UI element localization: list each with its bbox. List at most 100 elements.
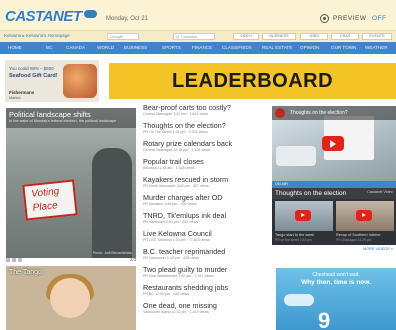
ad-big-text: 9 [318, 308, 331, 330]
pager-count: 2/3 [130, 257, 137, 262]
headline-meta: PR New Westminster 1:00 pm · 2,151 views [143, 274, 214, 278]
ad-line: Cheshead won't wait. [312, 272, 360, 278]
thumbnail-meta: PR Okanagan 12:29 pm [336, 238, 372, 242]
headline-title[interactable]: B.C. teacher reprimanded [143, 248, 271, 256]
nav-our-town[interactable]: OUR TOWN [331, 45, 356, 50]
headline-title[interactable]: Two plead guilty to murder [143, 266, 271, 274]
play-icon[interactable] [356, 210, 372, 221]
video-section-title[interactable]: Thoughts on the election [275, 190, 346, 197]
google-search-input[interactable]: Google [107, 33, 139, 40]
site-header: CASTANET Monday, Oct 21 PREVIEW OFF [0, 0, 396, 30]
cras-button[interactable]: CRAS [331, 33, 359, 40]
nav-home[interactable]: HOME [8, 45, 22, 50]
headline-meta: Kelowna 11:44 am · 1,428 views [143, 166, 195, 170]
video-button[interactable]: VIDEO [233, 33, 259, 40]
photo-credit: Photo: Jodi Bernardshaw [92, 251, 132, 255]
promo-brand: Fishermans [9, 90, 35, 95]
video-tag-bar: ON AIR [272, 181, 396, 188]
headline-item[interactable]: Rotary prize calendars back Central Okana… [143, 140, 271, 153]
headline-title[interactable]: Kayakers rescued in storm [143, 176, 271, 184]
preview-off-label[interactable]: OFF [372, 15, 387, 22]
nav-opinion[interactable]: OPINION [300, 45, 319, 50]
video-thumbnails: Tango start to the week PR on the street… [272, 199, 396, 245]
feature-title[interactable]: Political landscape shifts [9, 110, 91, 119]
leaderboard-ad[interactable]: LEADERBOARD [109, 63, 396, 99]
preview-toggle[interactable]: PREVIEW [333, 15, 366, 22]
nav-sports[interactable]: SPORTS [162, 45, 181, 50]
headline-meta: PR Kamloops 2:51 pm · 203 views [143, 220, 199, 224]
headline-item[interactable]: One dead, one missing Vancouver Island 12… [143, 302, 271, 315]
main-nav: HOME BC CANADA WORLD BUSINESS SPORTS FIN… [0, 42, 396, 54]
thumbnail-caption[interactable]: Tango start to the week [275, 233, 314, 237]
video-player[interactable]: Thoughts on the election? ON AIR [272, 106, 396, 188]
business-button[interactable]: BUSINESS [262, 33, 296, 40]
nav-classifieds[interactable]: CLASSIFIEDS [222, 45, 252, 50]
link-bar: Kelowna ▸ Kelowna's Homepage Google Q. C… [0, 30, 396, 42]
headline-title[interactable]: One dead, one missing [143, 302, 271, 310]
headline-item[interactable]: Bear-proof carts too costly? Central Okan… [143, 104, 271, 117]
city-selector[interactable]: Kelowna ▸ Kelowna's Homepage [4, 33, 70, 39]
headline-title[interactable]: Bear-proof carts too costly? [143, 104, 271, 112]
promo-ad[interactable]: You could WIN – $500 Seafood Gift Card! … [5, 60, 99, 102]
castanet-logo[interactable]: CASTANET [5, 8, 82, 25]
feature-story[interactable]: Voting Place Political landscape shifts … [6, 108, 136, 258]
headline-meta: PR Vancouver 1:16 pm · 428 views [143, 256, 200, 260]
headline-meta: PR On The Street 1:28 pm · 2,302 views [143, 130, 208, 134]
headline-title[interactable]: Murder charges after OD [143, 194, 271, 202]
headline-title[interactable]: Live Kelowna Council [143, 230, 271, 238]
headline-meta: PR LIVE Kelowna 1:30 pm · 77,823 views [143, 238, 210, 242]
headline-item[interactable]: Two plead guilty to murder PR New Westmin… [143, 266, 271, 279]
headline-title[interactable]: Thoughts on the election? [143, 122, 271, 130]
sign-word: Voting [30, 186, 60, 200]
headline-item[interactable]: Thoughts on the election? PR On The Stree… [143, 122, 271, 135]
logo-badge [84, 10, 97, 18]
headline-meta: Central Okanagan 1:42 pm · 1,624 views [143, 112, 209, 116]
play-icon[interactable] [322, 136, 344, 151]
nav-real-estate[interactable]: REAL ESTATE [262, 45, 292, 50]
feature-story-2[interactable]: The Tango [6, 266, 136, 330]
play-icon[interactable] [295, 210, 311, 221]
headline-item[interactable]: B.C. teacher reprimanded PR Vancouver 1:1… [143, 248, 271, 261]
video-thumbnail[interactable] [275, 201, 333, 231]
video-section-source: Castanet Video [367, 190, 393, 194]
side-ad[interactable]: Cheshead won't wait. Why then, time is n… [276, 268, 396, 330]
pager-dot[interactable] [12, 258, 16, 262]
nav-weather[interactable]: WEATHER [365, 45, 388, 50]
jobs-button[interactable]: JOBS [300, 33, 328, 40]
channel-avatar[interactable] [275, 108, 285, 118]
headline-title[interactable]: TNRD, Tk'emlups ink deal [143, 212, 271, 220]
headline-title[interactable]: Rotary prize calendars back [143, 140, 271, 148]
sign-word: Place [32, 200, 59, 214]
nav-canada[interactable]: CANADA [66, 45, 85, 50]
promo-line: You could WIN – $500 [9, 66, 54, 71]
more-videos-link[interactable]: MORE VIDEOS » [363, 247, 393, 251]
headline-title[interactable]: Restaurants shedding jobs [143, 284, 271, 292]
headline-item[interactable]: Live Kelowna Council PR LIVE Kelowna 1:30… [143, 230, 271, 243]
promo-brand-sub: Market [9, 96, 21, 100]
headline-meta: PR Nanaimo 2:59 pm · 290 views [143, 202, 197, 206]
thumbnail-caption[interactable]: Recap of Southern Interior [336, 233, 381, 237]
headline-item[interactable]: TNRD, Tk'emlups ink deal PR Kamloops 2:51… [143, 212, 271, 225]
person-figure [92, 148, 132, 258]
feature-2-title[interactable]: The Tango [9, 269, 42, 276]
nav-world[interactable]: WORLD [97, 45, 114, 50]
page: CASTANET Monday, Oct 21 PREVIEW OFF Kelo… [0, 0, 396, 330]
headline-item[interactable]: Murder charges after OD PR Nanaimo 2:59 p… [143, 194, 271, 207]
eye-icon[interactable] [320, 14, 329, 23]
headline-item[interactable]: Kayakers rescued in storm PR North Vancou… [143, 176, 271, 189]
nav-bc[interactable]: BC [46, 45, 52, 50]
pager-dot[interactable] [6, 258, 10, 262]
headline-item[interactable]: Popular trail closes Kelowna 11:44 am · 1… [143, 158, 271, 171]
headline-item[interactable]: Restaurants shedding jobs PR BC 12:52 pm … [143, 284, 271, 297]
nav-finance[interactable]: FINANCE [192, 45, 212, 50]
headline-title[interactable]: Popular trail closes [143, 158, 271, 166]
castanet-search-input[interactable]: Q. Castanet [173, 33, 215, 40]
video-title[interactable]: Thoughts on the election? [290, 110, 348, 116]
ad-headline: Why then, time is now. [301, 279, 371, 286]
nav-business[interactable]: BUSINESS [124, 45, 147, 50]
pager-dot[interactable] [18, 258, 22, 262]
headline-meta: PR BC 12:52 pm · 440 views [143, 292, 190, 296]
video-section-header: Thoughts on the election Castanet Video [272, 188, 396, 199]
video-thumbnail[interactable] [336, 201, 394, 231]
events-button[interactable]: EVENTS [362, 33, 392, 40]
